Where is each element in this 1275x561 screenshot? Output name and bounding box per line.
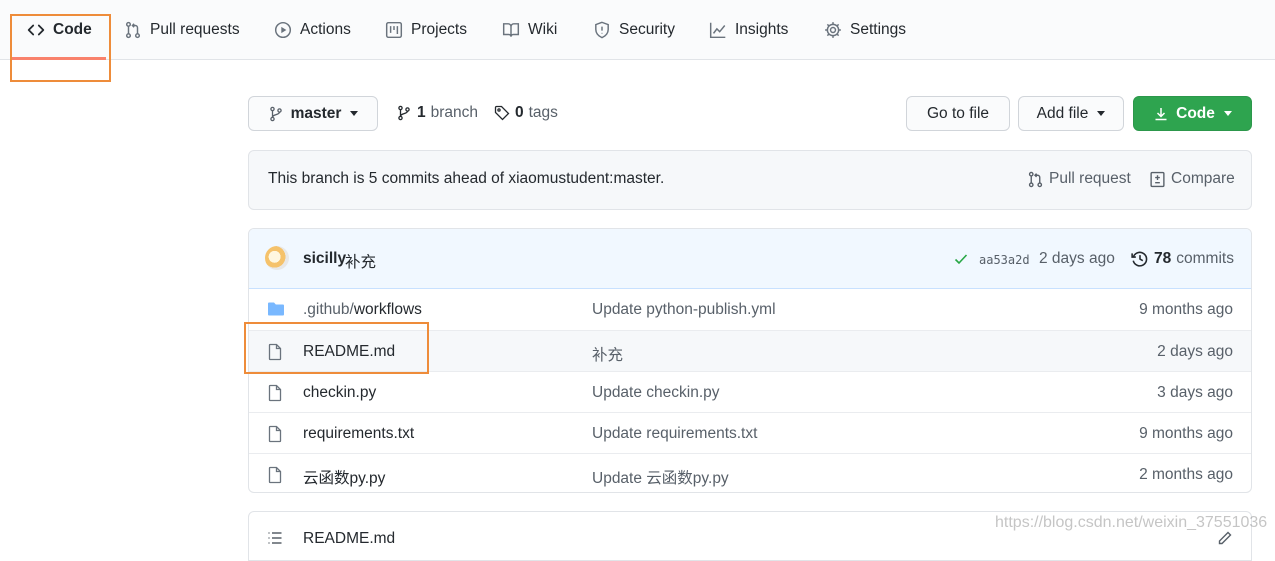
- selected-tab-underline: [12, 57, 106, 60]
- book-icon: [502, 21, 520, 39]
- code-download-button[interactable]: Code: [1133, 96, 1252, 131]
- commits-label: commits: [1176, 250, 1234, 267]
- file-commit-message[interactable]: Update python-publish.yml: [592, 301, 776, 319]
- file-commit-message[interactable]: Update checkin.py: [592, 384, 720, 402]
- chevron-down-icon: [1097, 111, 1106, 116]
- branch-icon: [396, 105, 412, 121]
- tab-wiki[interactable]: Wiki: [502, 0, 557, 60]
- tab-insights[interactable]: Insights: [709, 0, 788, 60]
- tab-label: Settings: [850, 21, 907, 38]
- tag-icon: [494, 105, 510, 121]
- check-icon[interactable]: [953, 251, 969, 271]
- file-row[interactable]: checkin.py Update checkin.py 3 days ago: [249, 371, 1251, 412]
- compare-icon: [1149, 171, 1166, 188]
- tab-actions[interactable]: Actions: [274, 0, 351, 60]
- file-age: 9 months ago: [1139, 425, 1233, 442]
- commits-history-link[interactable]: 78 commits: [1131, 250, 1234, 268]
- branch-selector[interactable]: master: [248, 96, 378, 131]
- file-list: sicilly 补充 aa53a2d 2 days ago 78 commits…: [248, 228, 1252, 493]
- compare-label: Compare: [1171, 170, 1235, 187]
- commit-sha[interactable]: aa53a2d: [979, 253, 1030, 267]
- branch-selector-label: master: [290, 104, 342, 122]
- file-age: 9 months ago: [1139, 301, 1233, 318]
- file-icon: [267, 384, 283, 406]
- file-icon: [267, 466, 283, 488]
- download-icon: [1153, 106, 1169, 122]
- play-icon: [274, 21, 292, 39]
- file-row[interactable]: .github/workflows Update python-publish.…: [249, 289, 1251, 330]
- commit-count: 78: [1154, 250, 1172, 267]
- go-to-file-button[interactable]: Go to file: [906, 96, 1010, 131]
- pencil-icon[interactable]: [1217, 530, 1233, 550]
- branch-count: 1: [417, 104, 426, 121]
- file-row[interactable]: requirements.txt Update requirements.txt…: [249, 412, 1251, 453]
- project-icon: [385, 21, 403, 39]
- code-button-label: Code: [1176, 104, 1215, 122]
- pull-request-icon: [1027, 171, 1044, 188]
- file-row[interactable]: README.md 补充 2 days ago: [249, 330, 1251, 371]
- chevron-down-icon: [350, 111, 359, 116]
- folder-icon: [267, 301, 285, 321]
- file-name[interactable]: .github/workflows: [303, 301, 422, 319]
- file-name[interactable]: 云函数py.py: [303, 466, 385, 488]
- file-name[interactable]: checkin.py: [303, 384, 376, 402]
- ahead-text: This branch is 5 commits ahead of xiaomu…: [268, 170, 665, 187]
- tab-code[interactable]: Code: [27, 0, 92, 60]
- code-icon: [27, 21, 45, 39]
- commit-author[interactable]: sicilly: [303, 250, 346, 268]
- tag-label: tags: [528, 104, 558, 121]
- tab-label: Pull requests: [150, 21, 240, 38]
- file-row[interactable]: 云函数py.py Update 云函数py.py 2 months ago: [249, 453, 1251, 492]
- tab-label: Actions: [300, 21, 351, 38]
- branch-label: branch: [430, 104, 479, 121]
- add-file-button[interactable]: Add file: [1018, 96, 1124, 131]
- commit-time: 2 days ago: [1039, 250, 1115, 267]
- history-icon: [1131, 250, 1149, 268]
- tags-link[interactable]: 0 tags: [494, 100, 558, 126]
- readme-title: README.md: [303, 530, 396, 547]
- tab-settings[interactable]: Settings: [824, 0, 906, 60]
- tab-pull-requests[interactable]: Pull requests: [124, 0, 240, 60]
- tab-security[interactable]: Security: [593, 0, 675, 60]
- tab-label: Code: [53, 21, 92, 38]
- file-age: 3 days ago: [1157, 384, 1233, 401]
- gear-icon: [824, 21, 842, 39]
- file-commit-message[interactable]: Update 云函数py.py: [592, 466, 729, 488]
- watermark: https://blog.csdn.net/weixin_37551036: [995, 514, 1268, 531]
- chevron-down-icon: [1223, 111, 1232, 116]
- file-commit-message[interactable]: 补充: [592, 343, 623, 365]
- tab-label: Wiki: [528, 21, 558, 38]
- commit-message[interactable]: 补充: [345, 250, 376, 272]
- tab-label: Projects: [411, 21, 467, 38]
- pull-request-link[interactable]: Pull request: [1027, 170, 1131, 188]
- file-icon: [267, 425, 283, 447]
- branches-link[interactable]: 1 branch: [396, 100, 478, 126]
- add-file-label: Add file: [1036, 104, 1089, 122]
- repo-tab-bar: Code Pull requests Actions Projects Wiki…: [0, 0, 1275, 60]
- tag-count: 0: [515, 104, 524, 121]
- avatar[interactable]: [265, 246, 289, 270]
- pull-request-label: Pull request: [1049, 170, 1131, 187]
- branch-icon: [268, 106, 284, 122]
- file-commit-message[interactable]: Update requirements.txt: [592, 425, 757, 443]
- file-name[interactable]: requirements.txt: [303, 425, 414, 443]
- file-name[interactable]: README.md: [303, 343, 395, 361]
- branch-ahead-notice: This branch is 5 commits ahead of xiaomu…: [248, 150, 1252, 210]
- tab-label: Insights: [735, 21, 789, 38]
- tab-label: Security: [619, 21, 675, 38]
- graph-icon: [709, 21, 727, 39]
- file-age: 2 days ago: [1157, 343, 1233, 360]
- go-to-file-label: Go to file: [926, 104, 990, 122]
- pull-request-icon: [124, 21, 142, 39]
- tab-projects[interactable]: Projects: [385, 0, 467, 60]
- file-age: 2 months ago: [1139, 466, 1233, 483]
- list-icon[interactable]: [267, 530, 283, 550]
- compare-link[interactable]: Compare: [1149, 170, 1235, 188]
- shield-icon: [593, 21, 611, 39]
- latest-commit-header: sicilly 补充 aa53a2d 2 days ago 78 commits: [249, 229, 1251, 289]
- file-icon: [267, 343, 283, 365]
